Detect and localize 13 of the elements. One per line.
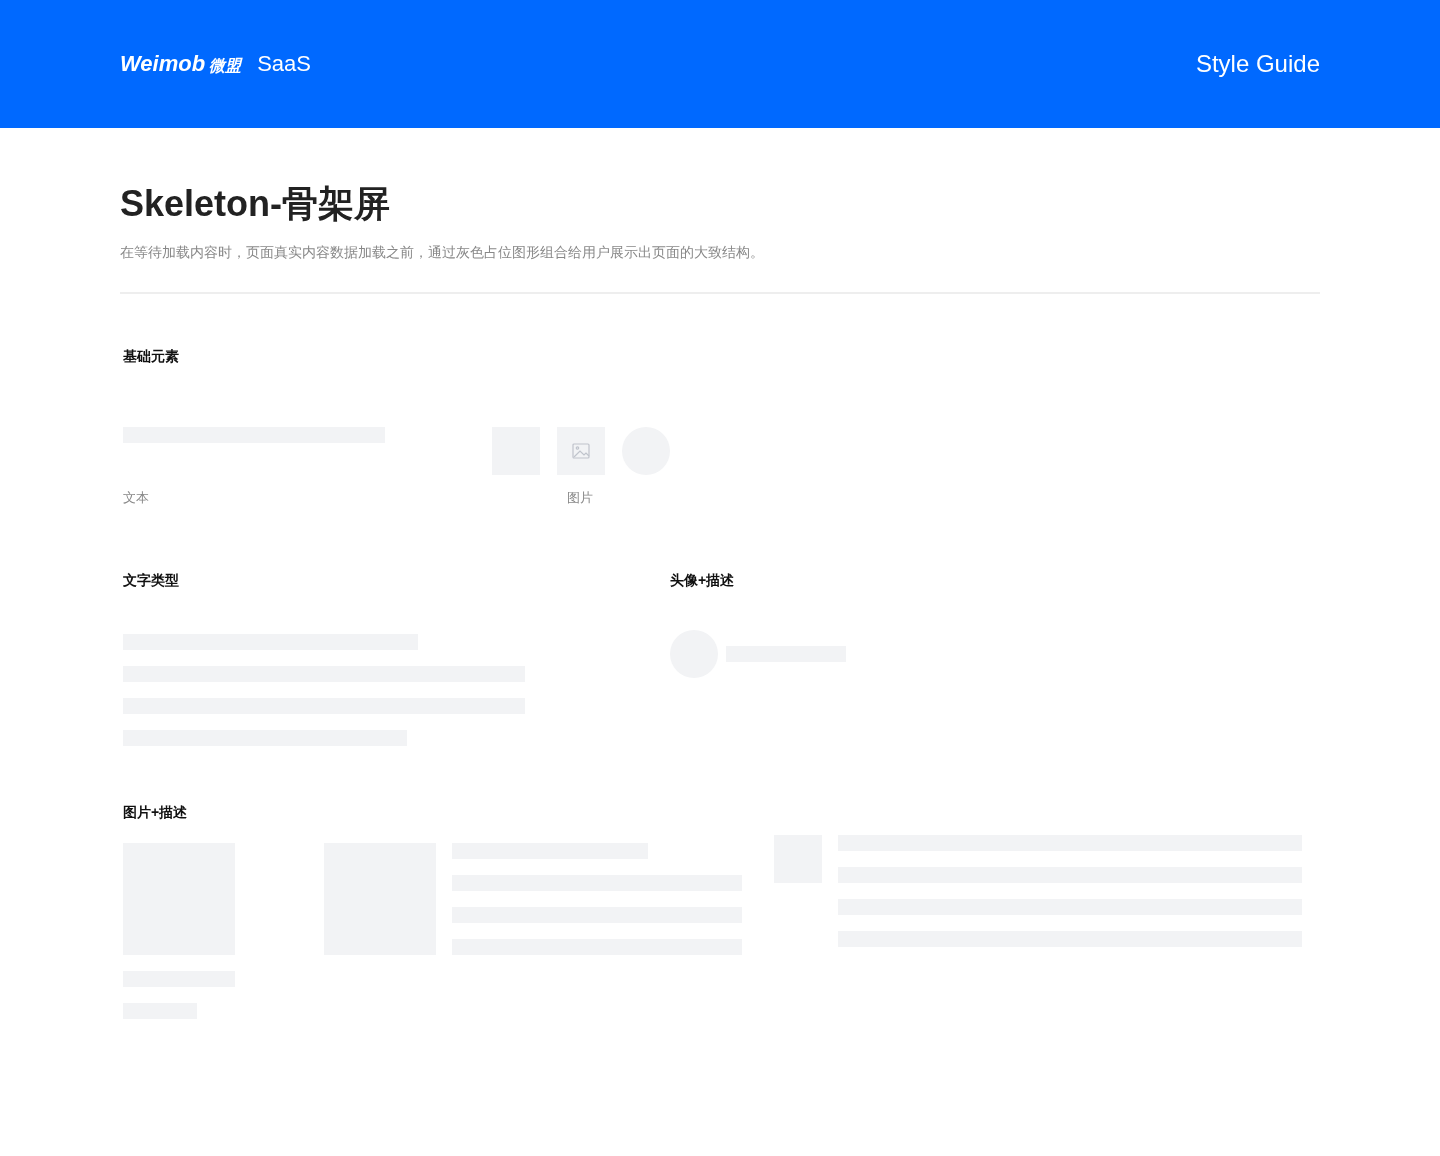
image-icon [572, 442, 590, 460]
section-title: 基础元素 [123, 347, 180, 366]
product-name: SaaS [257, 52, 311, 76]
skeleton-label: 图片 [567, 489, 593, 507]
section-title: 头像+描述 [670, 571, 736, 590]
section-title: 图片+描述 [123, 803, 189, 822]
page-description: 在等待加载内容时，页面真实内容数据加载之前，通过灰色占位图形组合给用户展示出页面的大致结构。 [120, 243, 765, 262]
page-title: Skeleton-骨架屏 [120, 182, 392, 226]
section-title: 文字类型 [123, 571, 180, 590]
style-guide-link[interactable]: Style Guide [1195, 46, 1320, 82]
skeleton-label: 文本 [123, 489, 150, 507]
brand-logo: Weimob [120, 52, 206, 76]
brand-logo-cn: 微盟 [209, 56, 242, 76]
